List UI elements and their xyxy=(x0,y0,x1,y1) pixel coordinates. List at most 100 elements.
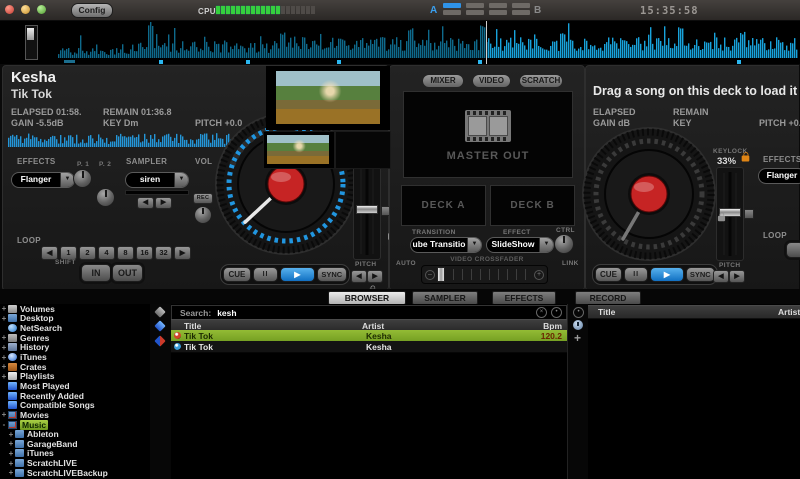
rhythm-waveform[interactable] xyxy=(0,21,800,64)
deck-a-pitch-slider-handle[interactable] xyxy=(356,205,378,214)
sidelist-column-artist[interactable]: Artist xyxy=(778,307,800,317)
deck-a-loop-length-button-8[interactable]: 8 xyxy=(117,246,134,260)
tree-item-most-played[interactable]: Most Played xyxy=(0,381,150,391)
tree-item-desktop[interactable]: +Desktop xyxy=(0,314,150,324)
deck-a-loop-length-button-2[interactable]: 2 xyxy=(79,246,96,260)
tree-item-music[interactable]: -Music xyxy=(0,420,150,430)
deck-b-keylock-lock-icon[interactable] xyxy=(742,156,750,162)
deck-a-effect-dropdown[interactable]: Flanger ▼ xyxy=(11,172,75,188)
deck-a-loop-length-button-4[interactable]: 4 xyxy=(98,246,115,260)
deck-b-jog-wheel[interactable] xyxy=(579,124,719,264)
tree-expander-icon[interactable]: + xyxy=(1,362,7,371)
tree-item-ableton[interactable]: +Ableton xyxy=(0,429,150,439)
deck-a-loop-half-button[interactable]: ◀ xyxy=(41,246,58,260)
search-input[interactable] xyxy=(215,307,536,319)
column-artist[interactable]: Artist xyxy=(362,321,522,331)
video-effect-dropdown[interactable]: SlideShow ▼ xyxy=(486,237,554,253)
transition-dropdown[interactable]: ube Transitio ▼ xyxy=(410,237,482,253)
tree-item-genres[interactable]: +Genres xyxy=(0,333,150,343)
tree-item-crates[interactable]: +Crates xyxy=(0,362,150,372)
deck-a-sync-button[interactable]: SYNC xyxy=(317,267,347,282)
virtual-folder-icon[interactable] xyxy=(154,320,165,331)
tree-expander-icon[interactable]: + xyxy=(1,314,7,323)
tree-expander-icon[interactable]: + xyxy=(1,333,7,342)
favorite-folder-icon[interactable] xyxy=(154,335,165,346)
sidelist-column-title[interactable]: Title xyxy=(598,307,778,317)
tree-item-netsearch[interactable]: NetSearch xyxy=(0,323,150,333)
filter-folder-icon[interactable] xyxy=(154,306,165,317)
browser-tab-sampler[interactable]: SAMPLER xyxy=(412,291,478,305)
tree-expander-icon[interactable]: - xyxy=(1,420,7,429)
add-to-sidelist-icon[interactable]: + xyxy=(574,333,581,343)
video-crossfader-handle[interactable] xyxy=(437,267,445,282)
deck-b-pitch-handle-lock-icon[interactable] xyxy=(718,216,725,222)
track-row[interactable]: Tik TokKesha120.2 xyxy=(171,330,567,341)
tree-expander-icon[interactable]: + xyxy=(1,372,7,381)
tree-item-scratchlivebackup[interactable]: +ScratchLIVEBackup xyxy=(0,468,150,478)
deck-a-fx-knob2[interactable] xyxy=(96,188,115,207)
tree-item-itunes[interactable]: +iTunes xyxy=(0,449,150,459)
column-title[interactable]: Title xyxy=(184,321,362,331)
crossfader-minus-icon[interactable]: – xyxy=(425,270,435,280)
center-tab-scratch[interactable]: SCRATCH xyxy=(519,74,563,88)
deck-a-fx-knob1[interactable] xyxy=(73,169,92,188)
tree-item-playlists[interactable]: +Playlists xyxy=(0,371,150,381)
deck-a-pitch-slider[interactable] xyxy=(353,162,381,260)
deck-a-loop-out-button[interactable]: OUT xyxy=(112,264,143,282)
deck-a-sampler-dropdown[interactable]: siren ▼ xyxy=(125,172,189,188)
deck-a-loop-length-button-32[interactable]: 32 xyxy=(155,246,172,260)
browser-tab-effects[interactable]: EFFECTS xyxy=(492,291,556,305)
deck-b-pitch-minus-button[interactable]: ◀ xyxy=(713,270,729,283)
config-button[interactable]: Config xyxy=(71,3,113,18)
tree-item-itunes[interactable]: +iTunes xyxy=(0,352,150,362)
deck-b-effect-dropdown[interactable]: Flanger xyxy=(758,168,800,184)
maximize-window-button[interactable] xyxy=(37,5,46,14)
close-window-button[interactable] xyxy=(5,5,14,14)
deck-a-loop-double-button[interactable]: ▶ xyxy=(174,246,191,260)
tree-expander-icon[interactable]: + xyxy=(8,439,14,448)
deck-b-sync-button[interactable]: SYNC xyxy=(686,267,715,282)
tree-expander-icon[interactable]: + xyxy=(1,410,7,419)
deck-a-loop-length-button-16[interactable]: 16 xyxy=(136,246,153,260)
tree-item-volumes[interactable]: +Volumes xyxy=(0,304,150,314)
track-row[interactable]: Tik TokKesha xyxy=(171,341,567,353)
tree-item-history[interactable]: +History xyxy=(0,343,150,353)
chevron-down-icon[interactable]: ▼ xyxy=(467,238,481,252)
tree-item-compatible-songs[interactable]: Compatible Songs xyxy=(0,400,150,410)
tree-item-garageband[interactable]: +GarageBand xyxy=(0,439,150,449)
minimize-window-button[interactable] xyxy=(21,5,30,14)
chevron-down-icon[interactable]: ▼ xyxy=(174,173,188,187)
deck-a-pitch-plus-button[interactable]: ▶ xyxy=(367,270,383,283)
tree-expander-icon[interactable]: + xyxy=(8,459,14,468)
clock-icon[interactable] xyxy=(573,320,583,330)
search-options-icon[interactable]: • xyxy=(551,307,562,318)
column-bpm[interactable]: Bpm xyxy=(522,321,562,331)
deck-a-play-button[interactable]: ▶ xyxy=(280,267,314,282)
chevron-down-icon[interactable]: ▼ xyxy=(60,173,74,187)
deck-a-rec-button[interactable]: REC xyxy=(193,193,213,204)
deck-b-panel[interactable]: Drag a song on this deck to load it ELAP… xyxy=(585,65,799,291)
ctrl-knob[interactable] xyxy=(554,234,574,254)
browser-tab-browser[interactable]: BROWSER xyxy=(328,291,406,305)
history-circle-icon[interactable]: • xyxy=(573,307,584,318)
crossfader-plus-icon[interactable]: + xyxy=(534,270,544,280)
deck-a-pitch-minus-button[interactable]: ◀ xyxy=(351,270,367,283)
tree-item-scratchlive[interactable]: +ScratchLIVE xyxy=(0,458,150,468)
deck-a-loop-in-button[interactable]: IN xyxy=(81,264,111,282)
chevron-down-icon[interactable]: ▼ xyxy=(539,238,553,252)
deck-a-vol-knob[interactable] xyxy=(194,206,212,224)
deck-b-pitch-plus-button[interactable]: ▶ xyxy=(729,270,745,283)
search-bar[interactable]: Search: × • xyxy=(171,305,567,320)
deck-b-loop-in-button[interactable] xyxy=(786,242,800,258)
tree-expander-icon[interactable]: + xyxy=(8,430,14,439)
tree-expander-icon[interactable]: + xyxy=(8,449,14,458)
deck-b-play-button[interactable]: ▶ xyxy=(650,267,683,282)
tree-item-recently-added[interactable]: Recently Added xyxy=(0,391,150,401)
deck-b-pause-button[interactable]: II xyxy=(624,267,648,282)
tree-expander-icon[interactable]: + xyxy=(1,353,7,362)
center-tab-video[interactable]: VIDEO xyxy=(472,74,511,88)
browser-tab-record[interactable]: RECORD xyxy=(575,291,641,305)
clear-search-icon[interactable]: × xyxy=(536,307,547,318)
tree-expander-icon[interactable]: + xyxy=(1,304,7,313)
deck-b-cue-button[interactable]: CUE xyxy=(595,267,622,282)
